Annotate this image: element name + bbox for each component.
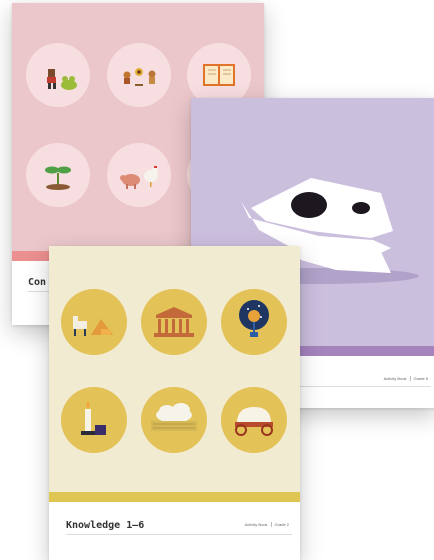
book-cover-yellow[interactable]: Knowledge 1–6 Activity Book Grade 2	[49, 246, 300, 560]
book-type-label: Activity Book	[244, 522, 268, 527]
grade-label: Grade 5	[409, 376, 431, 381]
book-meta: Activity Book Grade 5	[381, 376, 431, 381]
cover-art	[49, 246, 300, 492]
book-title: Con	[28, 277, 47, 288]
camel-sphinx-icon	[61, 289, 127, 355]
book-title: Knowledge 1–6	[66, 520, 145, 531]
night-balloon-icon	[221, 289, 287, 355]
character-frog-icon	[26, 43, 90, 107]
figures-icon	[107, 43, 171, 107]
cover-band	[49, 492, 300, 502]
parthenon-icon	[141, 289, 207, 355]
pig-chicken-icon	[107, 143, 171, 207]
sprout-icon	[26, 143, 90, 207]
covered-wagon-icon	[221, 387, 287, 453]
book-type-label: Activity Book	[383, 376, 407, 381]
grade-label: Grade 2	[270, 522, 292, 527]
candle-inkwell-icon	[61, 387, 127, 453]
cloud-field-icon	[141, 387, 207, 453]
book-meta: Activity Book Grade 2	[242, 522, 292, 527]
